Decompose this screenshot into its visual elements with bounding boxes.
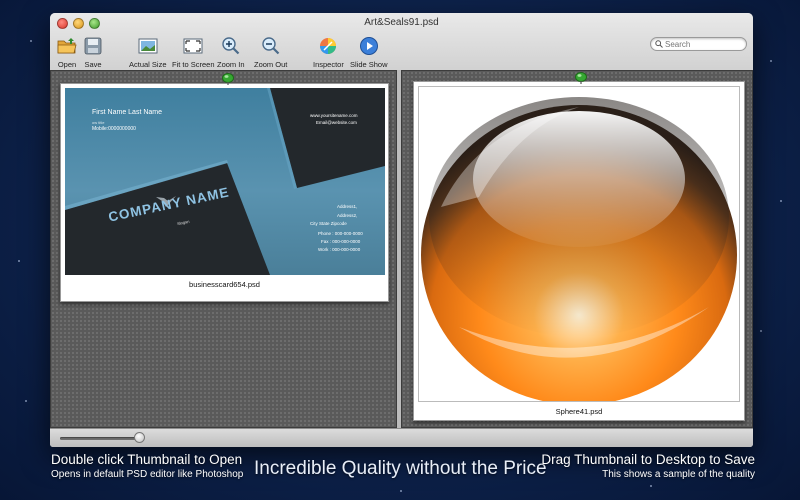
left-browser-pane: First Name Last Name ow title Mobile:000… <box>50 70 397 428</box>
sphere-image <box>418 86 740 402</box>
fit-to-screen-button[interactable]: Fit to Screen <box>172 35 215 69</box>
search-field[interactable] <box>650 37 747 51</box>
thumbnail-sphere[interactable]: Sphere41.psd <box>413 81 745 421</box>
zoom-out-button[interactable]: Zoom Out <box>254 35 287 69</box>
actual-size-label: Actual Size <box>129 60 167 69</box>
card-name: First Name Last Name <box>92 109 163 116</box>
open-label: Open <box>57 60 77 69</box>
zoom-in-icon <box>220 35 242 57</box>
promo-right-subtitle: This shows a sample of the quality <box>602 469 755 480</box>
search-input[interactable] <box>665 39 745 49</box>
promo-left-subtitle: Opens in default PSD editor like Photosh… <box>51 469 244 480</box>
card-address1: Address1, <box>337 204 358 209</box>
zoom-in-label: Zoom In <box>217 60 245 69</box>
right-browser-pane: Sphere41.psd <box>401 70 753 428</box>
save-button[interactable]: Save <box>82 35 104 69</box>
card-fax: Fax : 000-000-0000 <box>321 239 361 244</box>
slide-show-label: Slide Show <box>350 60 388 69</box>
zoom-out-icon <box>260 35 282 57</box>
thumbnail-filename: Sphere41.psd <box>555 407 603 416</box>
card-work: Work : 000-000-0000 <box>318 247 361 252</box>
pin-icon <box>575 72 587 84</box>
fit-to-screen-label: Fit to Screen <box>172 60 215 69</box>
inspector-button[interactable]: Inspector <box>313 35 344 69</box>
zoom-out-label: Zoom Out <box>254 60 288 69</box>
status-bar <box>50 428 753 447</box>
color-wheel-icon <box>317 35 339 57</box>
card-mobile: Mobile:0000000000 <box>92 126 136 132</box>
toolbar: Art&Seals91.psd Open Save Actual Size Fi… <box>50 13 753 77</box>
card-role: ow title <box>92 120 105 125</box>
search-icon <box>655 40 663 48</box>
card-city-line: City State Zipcode <box>310 221 347 226</box>
zoom-in-button[interactable]: Zoom In <box>217 35 245 69</box>
window-title: Art&Seals91.psd <box>364 17 439 28</box>
card-phone: Phone : 000-000-0000 <box>318 231 363 236</box>
inspector-label: Inspector <box>313 60 344 69</box>
promo-center-tagline: Incredible Quality without the Price <box>254 458 547 479</box>
disk-icon <box>82 35 104 57</box>
thumbnail-filename: businesscard654.psd <box>189 280 260 289</box>
app-window: Art&Seals91.psd Open Save Actual Size Fi… <box>50 13 753 447</box>
card-email: Email@website.com <box>316 120 357 125</box>
promo-left-title: Double click Thumbnail to Open <box>51 452 243 467</box>
fit-screen-icon <box>182 35 204 57</box>
card-address2: Address2, <box>337 213 358 218</box>
folder-icon <box>56 35 78 57</box>
zoom-slider-track[interactable] <box>60 437 144 440</box>
business-card-image: First Name Last Name ow title Mobile:000… <box>65 88 385 275</box>
zoom-slider-thumb[interactable] <box>133 432 145 443</box>
promo-right-title: Drag Thumbnail to Desktop to Save <box>541 452 755 467</box>
open-button[interactable]: Open <box>56 35 78 69</box>
slide-show-button[interactable]: Slide Show <box>350 35 388 69</box>
save-label: Save <box>84 60 102 69</box>
actual-size-button[interactable]: Actual Size <box>129 35 167 69</box>
picture-icon <box>137 35 159 57</box>
pin-icon <box>222 73 234 85</box>
card-website: www.yoursitename.com <box>310 113 358 118</box>
play-icon <box>358 35 380 57</box>
thumbnail-businesscard[interactable]: First Name Last Name ow title Mobile:000… <box>60 83 389 302</box>
